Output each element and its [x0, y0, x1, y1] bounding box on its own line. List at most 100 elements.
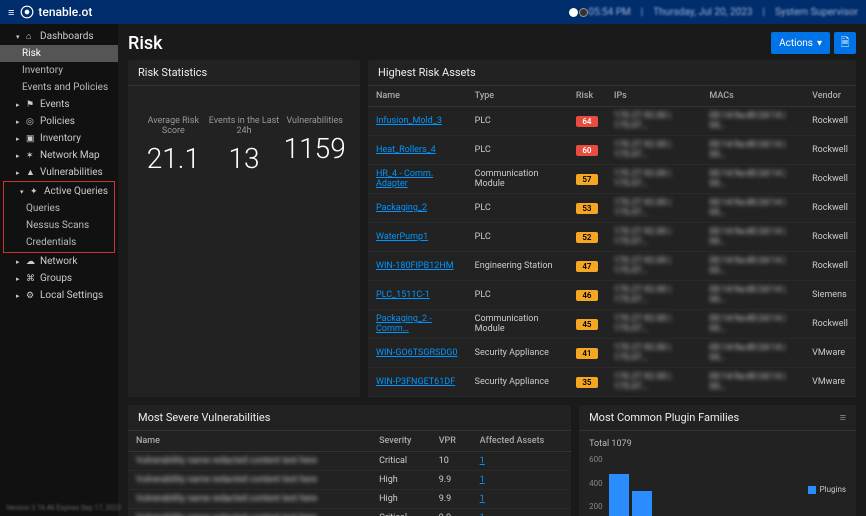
- group-icon: ⚑: [26, 100, 36, 110]
- group-label: Dashboards: [40, 31, 94, 42]
- chevron-icon: ▸: [16, 152, 22, 160]
- asset-link[interactable]: PLC_1511C-1: [376, 290, 430, 300]
- logo: tenable.ot: [20, 5, 92, 19]
- cell-mac: 00:14:9a:d0:2d:14 | 00…: [701, 223, 804, 252]
- panel-title: Most Severe Vulnerabilities: [128, 405, 571, 431]
- col-header[interactable]: Severity: [371, 431, 431, 452]
- table-row: Packaging_2 - Comm… Communication Module…: [368, 310, 856, 339]
- cell-vpr: 9.9: [431, 490, 472, 509]
- affected-link[interactable]: 1: [480, 456, 485, 466]
- cell-ip: 170.27.92.00 | 175.07…: [606, 252, 702, 281]
- chevron-icon: ▸: [16, 169, 22, 177]
- vuln-name: Vulnerability name redacted content text…: [128, 471, 371, 490]
- sidebar-group-policies[interactable]: ▸◎Policies: [0, 113, 118, 130]
- sidebar-item-events-and-policies[interactable]: Events and Policies: [0, 79, 118, 96]
- group-icon: ⌂: [26, 31, 36, 42]
- cell-type: PLC: [467, 281, 568, 310]
- cell-ip: 170.27.92.00 | 175.07…: [606, 165, 702, 194]
- col-header[interactable]: Risk: [568, 86, 606, 107]
- risk-statistics-panel: Risk Statistics Average Risk Score21.1Ev…: [128, 60, 360, 397]
- topbar: ≡ tenable.ot 05:54 PM | Thursday, Jul 20…: [0, 0, 866, 24]
- col-header[interactable]: Affected Assets: [472, 431, 571, 452]
- vuln-name: Vulnerability name redacted content text…: [128, 452, 371, 471]
- asset-link[interactable]: WaterPump1: [376, 232, 428, 242]
- chevron-icon: ▸: [16, 135, 22, 143]
- asset-link[interactable]: WIN-P3FNGET61DF: [376, 377, 455, 387]
- stat-label: Vulnerabilities: [279, 116, 350, 126]
- stat-value: 1159: [279, 132, 350, 165]
- cell-severity: High: [371, 471, 431, 490]
- col-header[interactable]: IPs: [606, 86, 702, 107]
- group-label: Local Settings: [40, 290, 103, 301]
- sidebar-item-nessus-scans[interactable]: Nessus Scans: [4, 217, 114, 234]
- asset-link[interactable]: Packaging_2: [376, 203, 427, 213]
- chart-bar[interactable]: [632, 491, 652, 516]
- group-icon: ✦: [30, 187, 40, 197]
- cell-ip: 170.27.92.00 | 175.07…: [606, 136, 702, 165]
- group-label: Events: [40, 99, 70, 110]
- chart-bar[interactable]: [609, 474, 629, 516]
- risk-badge: 47: [576, 261, 598, 272]
- group-icon: ▣: [26, 134, 36, 144]
- sidebar-group-events[interactable]: ▸⚑Events: [0, 96, 118, 113]
- asset-link[interactable]: Packaging_2 - Comm…: [376, 314, 432, 334]
- group-label: Inventory: [40, 133, 81, 144]
- stat-label: Average Risk Score: [138, 116, 209, 136]
- export-button[interactable]: 🗎: [834, 32, 856, 54]
- actions-button[interactable]: Actions▾: [771, 32, 830, 54]
- chevron-down-icon: ▾: [817, 38, 822, 49]
- cell-severity: Critical: [371, 452, 431, 471]
- sidebar: ▾⌂DashboardsRiskInventoryEvents and Poli…: [0, 24, 118, 516]
- col-header[interactable]: VPR: [431, 431, 472, 452]
- risk-badge: 46: [576, 290, 598, 301]
- sidebar-item-inventory[interactable]: Inventory: [0, 62, 118, 79]
- sidebar-item-credentials[interactable]: Credentials: [4, 234, 114, 251]
- cell-vendor: Rockwell: [804, 310, 856, 339]
- affected-link[interactable]: 1: [480, 494, 485, 504]
- asset-link[interactable]: WIN-180FIPB12HM: [376, 261, 454, 271]
- sidebar-group-groups[interactable]: ▸⌘Groups: [0, 270, 118, 287]
- asset-link[interactable]: WIN-GO6TSGRSDG0: [376, 348, 457, 358]
- col-header[interactable]: Name: [368, 86, 467, 107]
- sidebar-group-network[interactable]: ▸☁Network: [0, 253, 118, 270]
- cell-vendor: VMware: [804, 339, 856, 368]
- asset-link[interactable]: Infusion_Mold_3: [376, 116, 442, 126]
- hamburger-icon[interactable]: ≡: [8, 6, 14, 19]
- panel-menu-icon[interactable]: ≡: [840, 411, 846, 424]
- cell-mac: 00:14:9a:d0:2d:14 | 00…: [701, 368, 804, 397]
- chevron-icon: ▸: [16, 275, 22, 283]
- risk-badge: 64: [576, 116, 598, 127]
- asset-link[interactable]: HR_4 - Comm. Adapter: [376, 169, 433, 189]
- col-header[interactable]: Vendor: [804, 86, 856, 107]
- group-label: Policies: [40, 116, 75, 127]
- table-row: Vulnerability name redacted content text…: [128, 509, 571, 516]
- cell-type: PLC: [467, 194, 568, 223]
- group-icon: ⚙: [26, 291, 36, 301]
- sidebar-group-active-queries[interactable]: ▾✦Active Queries: [4, 183, 114, 200]
- vulnerabilities-table: NameSeverityVPRAffected Assets Vulnerabi…: [128, 431, 571, 516]
- app-name: tenable.ot: [38, 5, 92, 19]
- table-row: Vulnerability name redacted content text…: [128, 452, 571, 471]
- highest-risk-table: NameTypeRiskIPsMACsVendor Infusion_Mold_…: [368, 86, 856, 397]
- group-icon: ☁: [26, 257, 36, 267]
- cell-vendor: Rockwell: [804, 194, 856, 223]
- sidebar-group-local-settings[interactable]: ▸ ⚙ Local Settings: [0, 287, 118, 304]
- theme-toggle[interactable]: [569, 8, 588, 17]
- chevron-icon: ▸: [16, 292, 22, 300]
- sidebar-item-risk[interactable]: Risk: [0, 45, 118, 62]
- sidebar-group-vulnerabilities[interactable]: ▸▲Vulnerabilities: [0, 164, 118, 181]
- cell-ip: 170.27.92.00 | 175.07…: [606, 281, 702, 310]
- sidebar-group-dashboards[interactable]: ▾⌂Dashboards: [0, 28, 118, 45]
- col-header[interactable]: Type: [467, 86, 568, 107]
- group-label: Groups: [40, 273, 72, 284]
- asset-link[interactable]: Heat_Rollers_4: [376, 145, 436, 155]
- affected-link[interactable]: 1: [480, 475, 485, 485]
- sidebar-group-inventory[interactable]: ▸ ▣ Inventory: [0, 130, 118, 147]
- sidebar-group-network-map[interactable]: ▸✶Network Map: [0, 147, 118, 164]
- cell-vendor: VMware: [804, 368, 856, 397]
- col-header[interactable]: Name: [128, 431, 371, 452]
- cell-ip: 170.27.92.00 | 175.07…: [606, 107, 702, 136]
- col-header[interactable]: MACs: [701, 86, 804, 107]
- sidebar-item-queries[interactable]: Queries: [4, 200, 114, 217]
- cell-mac: 00:14:9a:d0:2d:14 | 00…: [701, 165, 804, 194]
